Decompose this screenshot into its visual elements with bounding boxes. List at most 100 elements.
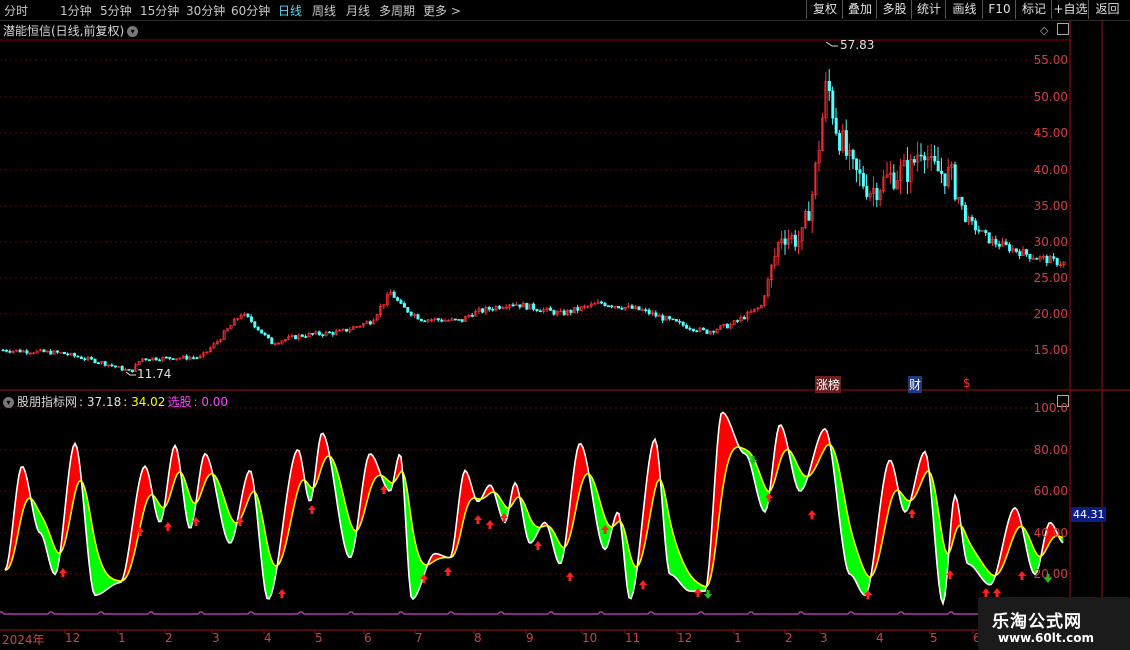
candle-body bbox=[406, 307, 410, 313]
y-tick-35: 35.00 bbox=[1033, 199, 1068, 213]
up-arrow-icon bbox=[444, 567, 452, 576]
ind-tick-80: 80.00 bbox=[1033, 443, 1068, 457]
ind-tick-100: 100.0 bbox=[1033, 401, 1068, 415]
candle-body bbox=[953, 164, 957, 200]
candle-body bbox=[498, 306, 502, 309]
candle-body bbox=[423, 320, 427, 323]
y-tick-50: 50.00 bbox=[1033, 90, 1068, 104]
up-arrow-icon bbox=[566, 572, 574, 581]
candle-body bbox=[1045, 255, 1049, 264]
indicator-gridlines bbox=[0, 407, 1070, 575]
x-label-2: 2 bbox=[165, 631, 173, 645]
high-marker bbox=[825, 41, 838, 47]
candle-body bbox=[1004, 241, 1008, 245]
candle-body bbox=[195, 357, 199, 359]
candle-body bbox=[783, 238, 787, 245]
candle-body bbox=[984, 230, 988, 233]
candle-body bbox=[620, 307, 624, 310]
candle-body bbox=[90, 357, 94, 360]
candle-body bbox=[549, 307, 553, 311]
dollar-badge[interactable]: $ bbox=[963, 376, 971, 390]
chevron-down-icon[interactable]: ▾ bbox=[3, 397, 14, 408]
candle-body bbox=[300, 334, 304, 337]
candle-body bbox=[79, 356, 83, 360]
candlesticks bbox=[1, 68, 1066, 373]
candle-body bbox=[963, 205, 967, 222]
candle-body bbox=[994, 239, 998, 245]
candle-body bbox=[56, 350, 60, 353]
candle-body bbox=[644, 309, 648, 312]
candle-body bbox=[147, 359, 151, 361]
candle-body bbox=[977, 229, 981, 232]
candle-body bbox=[49, 350, 53, 355]
low-price-label: 11.74 bbox=[137, 367, 172, 381]
xuangu-value: : 0.00 bbox=[193, 395, 229, 409]
candle-body bbox=[253, 321, 257, 328]
x-label-5: 5 bbox=[315, 631, 323, 645]
candle-body bbox=[923, 155, 927, 161]
candle-body bbox=[906, 160, 910, 182]
candle-body bbox=[25, 350, 29, 354]
candle-body bbox=[532, 303, 536, 310]
indicator-value-2: : 34.02 bbox=[123, 395, 166, 409]
candle-body bbox=[987, 232, 991, 244]
candle-body bbox=[419, 318, 423, 322]
ind-tick-20: 20.00 bbox=[1033, 567, 1068, 581]
candle-body bbox=[8, 351, 12, 353]
candle-body bbox=[453, 318, 457, 321]
current-value-tag: 44.31 bbox=[1071, 507, 1106, 522]
candle-body bbox=[919, 154, 923, 157]
chevron-down-icon[interactable]: ▾ bbox=[127, 26, 139, 37]
diamond-icon[interactable]: ◇ bbox=[1040, 24, 1048, 37]
candle-body bbox=[695, 330, 699, 333]
candle-body bbox=[260, 329, 264, 334]
up-arrow-icon bbox=[486, 520, 494, 529]
candle-body bbox=[168, 356, 172, 359]
candle-body bbox=[110, 364, 114, 367]
candle-body bbox=[144, 358, 148, 361]
candle-body bbox=[647, 309, 651, 315]
candle-body bbox=[827, 80, 831, 92]
candle-body bbox=[113, 365, 117, 368]
candle-body bbox=[661, 315, 665, 321]
zhangbang-badge[interactable]: 涨榜 bbox=[815, 376, 842, 393]
candle-body bbox=[171, 358, 175, 360]
candle-body bbox=[317, 331, 321, 335]
candle-body bbox=[1025, 249, 1029, 255]
stock-title: 潜能恒信(日线,前复权) ▾ bbox=[3, 22, 139, 39]
xuangu-line bbox=[0, 611, 1070, 615]
candle-body bbox=[858, 169, 862, 174]
candle-body bbox=[120, 366, 124, 371]
candle-body bbox=[249, 316, 253, 322]
candle-body bbox=[321, 334, 325, 336]
candle-body bbox=[402, 303, 406, 308]
ind-tick-60: 60.00 bbox=[1033, 484, 1068, 498]
candle-body bbox=[130, 369, 134, 372]
candle-body bbox=[861, 172, 865, 187]
candle-body bbox=[154, 357, 158, 361]
candle-body bbox=[535, 309, 539, 312]
candle-body bbox=[487, 307, 491, 310]
finance-badge[interactable]: 财 bbox=[908, 376, 923, 393]
candle-body bbox=[834, 117, 838, 134]
candle-body bbox=[668, 316, 672, 320]
candle-body bbox=[875, 188, 879, 201]
chart-canvas[interactable] bbox=[0, 0, 1130, 650]
candle-body bbox=[807, 211, 811, 221]
candle-body bbox=[603, 302, 607, 307]
candle-body bbox=[440, 319, 444, 322]
candle-body bbox=[1, 349, 5, 352]
candle-body bbox=[83, 358, 87, 361]
candle-body bbox=[671, 318, 675, 321]
indicator-yellow-line bbox=[4, 443, 1064, 588]
y-tick-45: 45.00 bbox=[1033, 126, 1068, 140]
x-label-7: 7 bbox=[415, 631, 423, 645]
candle-body bbox=[610, 305, 614, 308]
candle-body bbox=[399, 300, 403, 304]
x-label-2b: 2 bbox=[785, 631, 793, 645]
candle-body bbox=[678, 320, 682, 323]
candle-body bbox=[246, 313, 250, 318]
candle-body bbox=[409, 311, 413, 316]
window-toggle-icon[interactable] bbox=[1057, 23, 1069, 35]
candle-body bbox=[1052, 256, 1056, 259]
